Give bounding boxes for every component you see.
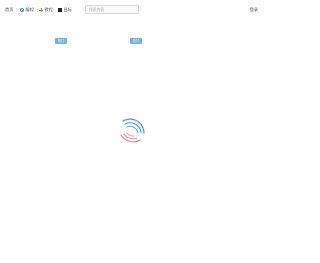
hot-badge-label: 热门 [132,39,140,43]
search-input[interactable] [85,5,139,14]
hot-badge: 热门 [55,38,67,44]
nav-item-tutorial[interactable]: 教程 [39,6,53,14]
hot-badge: 热门 [130,38,142,44]
nav-item-label: 编程 [25,7,34,12]
hot-badge-label: 热门 [57,39,65,43]
login-label: 登录 [249,7,258,12]
top-navigation-bar: 首页 编程 教程 目标 登录 [0,0,264,18]
login-link[interactable]: 登录 [250,6,258,14]
plus-icon [39,8,43,12]
clock-icon [20,8,24,12]
nav-item-programming[interactable]: 编程 [20,6,34,14]
page: 首页 编程 教程 目标 登录 热门 热门 [0,0,264,263]
nav-home-link[interactable]: 首页 [5,6,13,14]
nav-item-label: 教程 [44,7,53,12]
nav-item-goals[interactable]: 目标 [58,6,72,14]
loading-spinner-icon [120,118,145,143]
nav-item-label: 目标 [63,7,72,12]
tag-icon [58,8,62,12]
nav-home-label: 首页 [5,7,14,12]
